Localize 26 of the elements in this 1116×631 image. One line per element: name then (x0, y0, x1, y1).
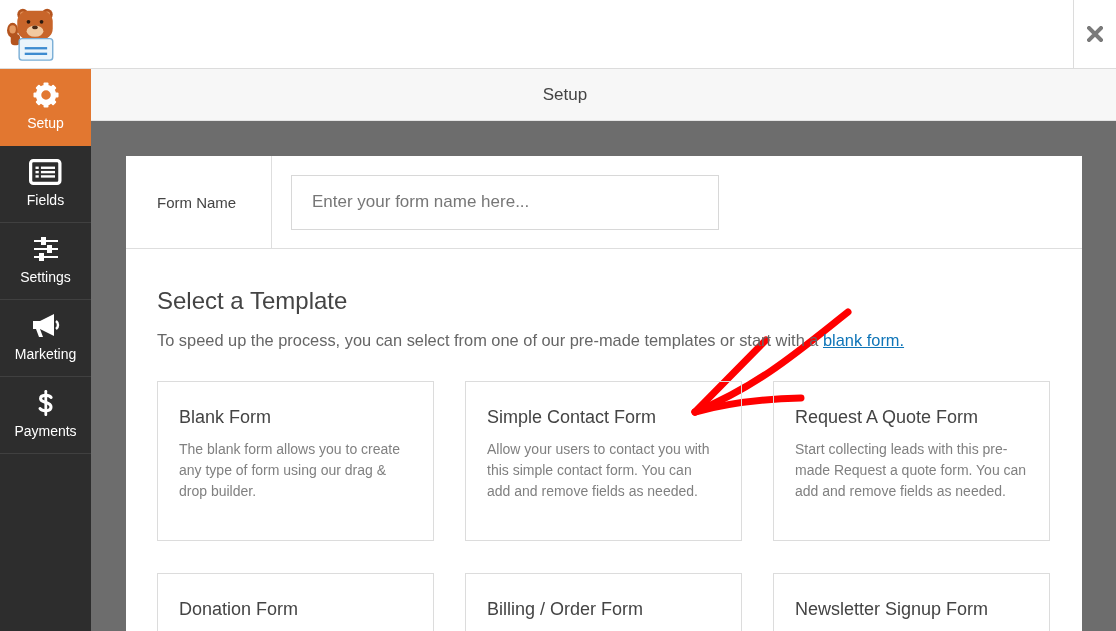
form-name-field[interactable]: Enter your form name here... (291, 174, 719, 230)
close-icon (1087, 26, 1103, 42)
section-heading: Select a Template (157, 287, 349, 315)
template-description: Start collecting leads with this pre-made Request a quote form. You can add and remove fields as needed. (795, 440, 1027, 501)
blank-form-link[interactable]: blank form. (823, 331, 905, 349)
template-title: Simple Contact Form (487, 406, 658, 429)
template-title: Newsletter Signup Form (795, 598, 990, 621)
template-card[interactable]: Donation Form (157, 573, 434, 631)
template-card[interactable]: Newsletter Signup Form (773, 573, 1050, 631)
page-title: Setup (542, 84, 588, 105)
dollar-icon (37, 390, 54, 416)
template-card[interactable]: Blank Form The blank form allows you to create any type of form using our drag & drop builder. (157, 381, 434, 541)
template-card[interactable]: Simple Contact Form Allow your users to contact you with this simple contact form. You can add and remove fields as needed. (465, 381, 742, 541)
template-description: The blank form allows you to create any type of form using our drag & drop builder. (179, 440, 401, 501)
list-icon (29, 159, 62, 185)
template-title: Donation Form (179, 598, 300, 621)
template-card[interactable]: Billing / Order Form (465, 573, 742, 631)
settings-icon (32, 82, 59, 108)
megaphone-icon (30, 313, 61, 339)
template-title: Billing / Order Form (487, 598, 645, 621)
template-title: Blank Form (179, 406, 273, 429)
sliders-icon (32, 236, 59, 262)
template-description: Allow your users to contact you with this simple contact form. You can add and remove fields as needed. (487, 440, 711, 501)
template-card[interactable]: Request A Quote Form Start collecting leads with this pre-made Request a quote form. You can add and remove fields as needed. (773, 381, 1050, 541)
template-title: Request A Quote Form (795, 406, 980, 429)
form-name-label: Form Name (157, 193, 237, 211)
